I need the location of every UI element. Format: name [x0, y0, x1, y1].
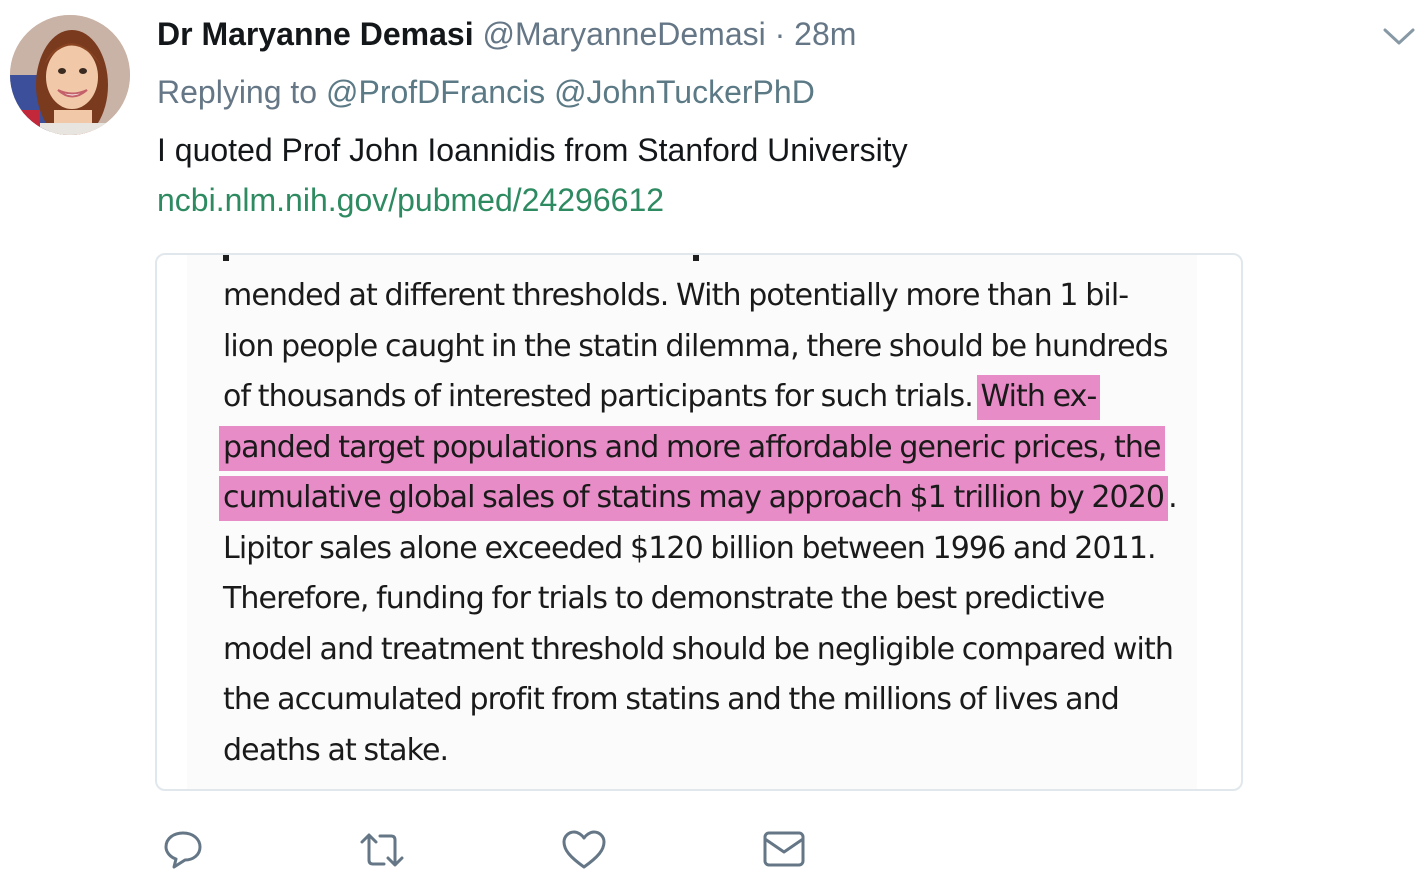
timestamp[interactable]: 28m: [794, 16, 856, 52]
excerpt-line-text: mended at different thresholds. With pot…: [223, 278, 1129, 313]
reply-button[interactable]: [160, 826, 208, 874]
excerpt-line-text: of thousands of interested participants …: [223, 379, 981, 414]
excerpt-line-text: Therefore, funding for trials to demonst…: [223, 581, 1105, 616]
avatar[interactable]: [10, 15, 130, 135]
mention-link[interactable]: @JohnTuckerPhD: [554, 74, 815, 110]
retweet-button[interactable]: [358, 826, 406, 874]
excerpt-line: the accumulated profit from statins and …: [223, 675, 1223, 726]
tweet: Dr Maryanne Demasi @MaryanneDemasi · 28m…: [0, 0, 1426, 885]
chevron-down-icon[interactable]: [1380, 22, 1418, 50]
envelope-icon: [763, 831, 805, 867]
direct-message-button[interactable]: [760, 826, 808, 874]
excerpt-line-text: Lipitor sales alone exceeded $120 billio…: [223, 530, 1157, 566]
tweet-text: I quoted Prof John Ioannidis from Stanfo…: [157, 132, 908, 168]
user-handle[interactable]: @MaryanneDemasi: [482, 16, 765, 52]
mention-link[interactable]: @ProfDFrancis: [326, 74, 545, 110]
excerpt-line: lion people caught in the statin dilemma…: [223, 322, 1223, 373]
excerpt-line: mended at different thresholds. With pot…: [223, 271, 1223, 322]
retweet-icon: [360, 833, 404, 867]
display-name[interactable]: Dr Maryanne Demasi: [157, 16, 474, 52]
excerpt-line-text: the accumulated profit from statins and …: [223, 682, 1120, 717]
excerpt-line: deaths at stake.: [223, 726, 1223, 777]
avatar-photo: [10, 15, 130, 135]
excerpt-line: panded target populations and more affor…: [219, 423, 1223, 474]
excerpt-line-text: lion people caught in the statin dilemma…: [223, 328, 1168, 364]
excerpt-text: mended at different thresholds. With pot…: [219, 271, 1223, 777]
media-image[interactable]: mended at different thresholds. With pot…: [155, 253, 1243, 791]
separator-dot: ·: [774, 16, 786, 52]
excerpt-image: mended at different thresholds. With pot…: [187, 255, 1197, 789]
replying-to: Replying to @ProfDFrancis @JohnTuckerPhD: [157, 70, 1337, 114]
tweet-link[interactable]: ncbi.nlm.nih.gov/pubmed/24296612: [157, 178, 664, 222]
tweet-actions: [160, 826, 820, 876]
excerpt-line: model and treatment threshold should be …: [223, 625, 1223, 676]
reply-icon: [164, 831, 202, 869]
tweet-header: Dr Maryanne Demasi @MaryanneDemasi · 28m: [157, 10, 1337, 58]
excerpt-line: Lipitor sales alone exceeded $120 billio…: [223, 524, 1223, 575]
heart-icon: [562, 830, 606, 869]
highlighted-text: cumulative global sales of statins may a…: [219, 476, 1169, 521]
excerpt-line: Therefore, funding for trials to demonst…: [223, 574, 1223, 625]
excerpt-line: of thousands of interested participants …: [223, 372, 1223, 423]
excerpt-line-text: deaths at stake.: [223, 732, 449, 768]
highlighted-text: With ex-: [976, 375, 1101, 420]
like-button[interactable]: [560, 826, 608, 874]
excerpt-line-text: model and treatment threshold should be …: [223, 631, 1174, 667]
excerpt-line: cumulative global sales of statins may a…: [219, 473, 1223, 524]
tweet-content: Dr Maryanne Demasi @MaryanneDemasi · 28m…: [157, 10, 1337, 222]
excerpt-line-text: .: [1168, 480, 1178, 515]
replying-prefix: Replying to: [157, 74, 318, 110]
highlighted-text: panded target populations and more affor…: [219, 425, 1165, 471]
